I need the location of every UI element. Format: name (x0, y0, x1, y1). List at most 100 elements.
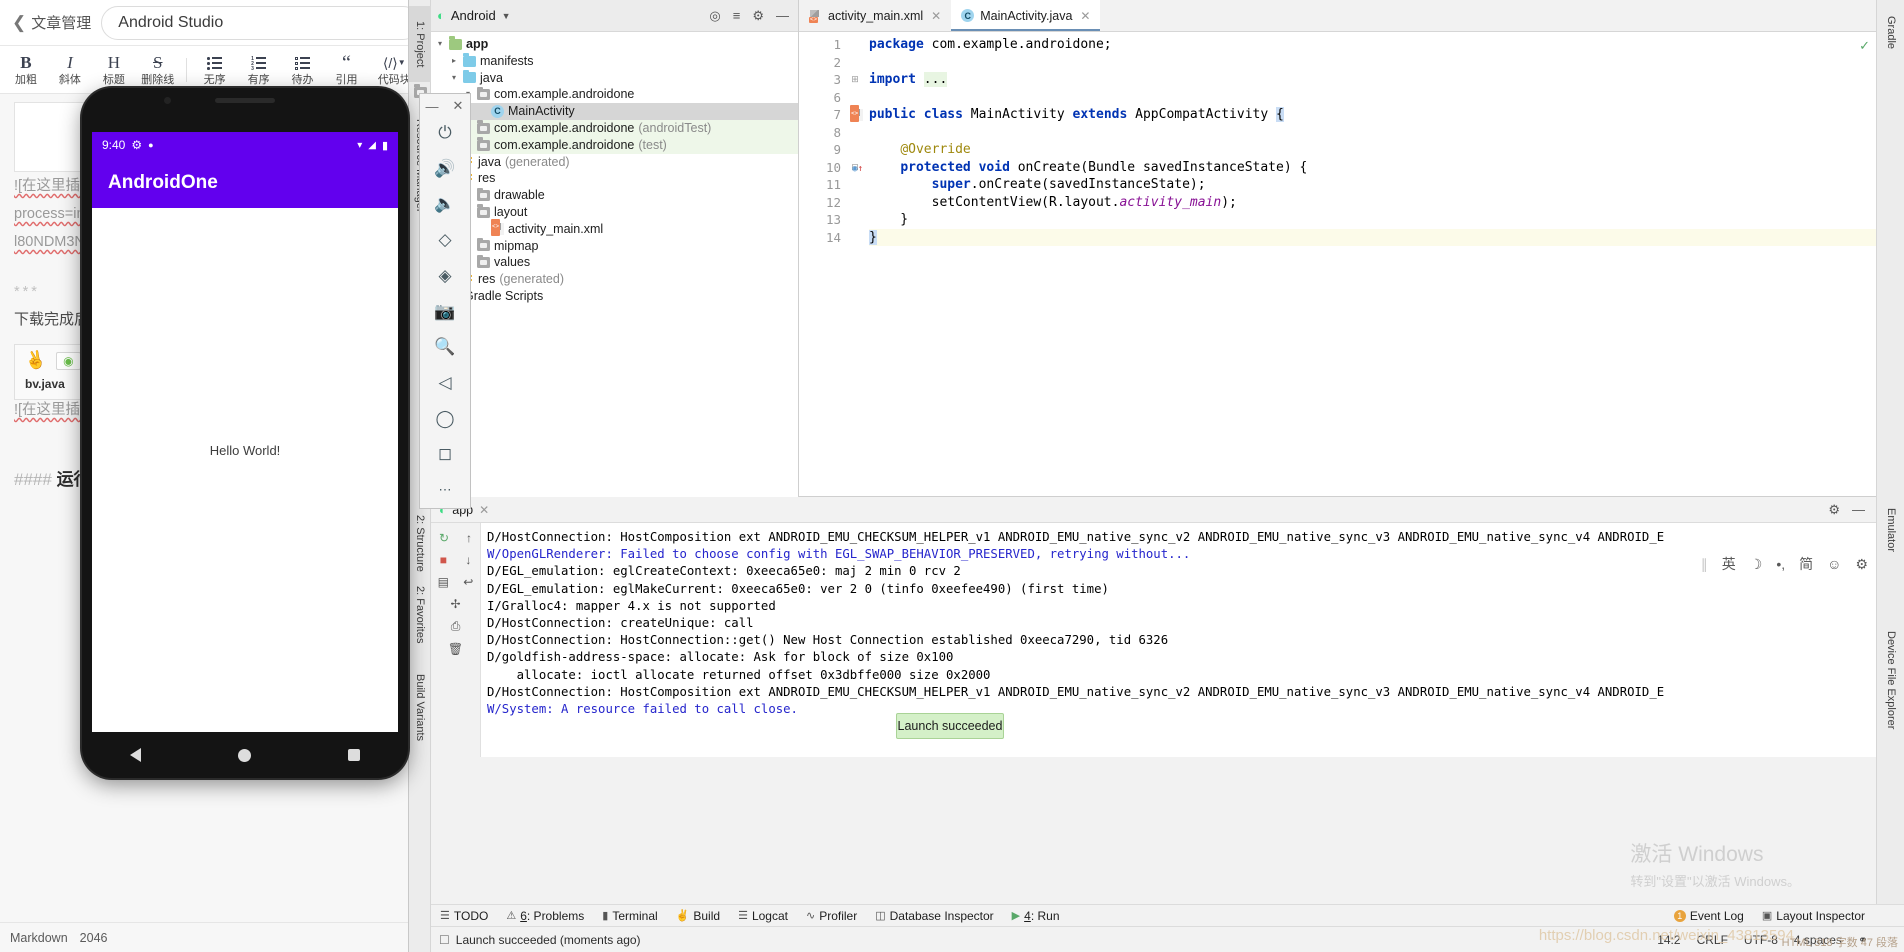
sidebar-item-device-file-explorer[interactable]: Device File Explorer (1877, 610, 1904, 750)
scroll-up-icon[interactable]: ↑ (466, 527, 472, 549)
toolbar-ordered-list-button[interactable]: 123 有序 (237, 54, 281, 86)
tree-node[interactable]: ▾res (431, 170, 798, 187)
emulator-home-button[interactable]: ◯ (419, 401, 471, 437)
fold-marker[interactable] (847, 124, 863, 142)
sidebar-item-project[interactable]: 1: Project (409, 6, 431, 82)
tree-node[interactable]: ▸ manifests (431, 53, 798, 70)
locate-icon[interactable]: ◎ (706, 8, 723, 24)
fold-marker[interactable] (847, 54, 863, 72)
toolwindow-tab-run[interactable]: ▶ 4: Run (1003, 909, 1069, 923)
fold-marker[interactable] (847, 89, 863, 107)
ime-drag-handle[interactable]: ∥ (1701, 556, 1708, 573)
caret-position[interactable]: 14:2 (1657, 933, 1680, 947)
editor-markers-strip[interactable]: ✓ (1859, 32, 1876, 496)
tree-node[interactable]: mipmap (431, 237, 798, 255)
xml-gutter-icon[interactable] (850, 104, 863, 126)
ime-language-toggle[interactable]: 英 (1722, 554, 1736, 574)
ime-settings-icon[interactable]: ⚙ (1855, 556, 1868, 573)
toolwindow-tab-event-log[interactable]: 1 Event Log (1665, 909, 1753, 923)
chevron-down-icon[interactable]: ▾ (449, 70, 459, 87)
file-encoding[interactable]: UTF-8 (1744, 933, 1778, 947)
toolwindow-tab-todo[interactable]: ☰ TODO (431, 909, 497, 923)
lock-icon[interactable]: ⚭ (1858, 933, 1868, 947)
emulator-rotate-right-button[interactable]: ◈ (419, 258, 471, 294)
clear-all-icon[interactable]: 🗑 (448, 638, 463, 660)
fold-marker[interactable] (847, 141, 863, 159)
toolwindow-tab-problems[interactable]: ⚠ 6: Problems (497, 909, 593, 923)
toolbar-todo-list-button[interactable]: 待办 (281, 54, 325, 86)
emulator-more-button[interactable]: ⋯ (419, 472, 471, 508)
sidebar-item-gradle[interactable]: Gradle (1877, 6, 1904, 60)
stop-icon[interactable]: ■ (440, 549, 447, 571)
line-separator[interactable]: CRLF (1697, 933, 1728, 947)
gear-icon[interactable]: ⚙ (749, 8, 767, 24)
nav-overview-icon[interactable] (347, 749, 360, 761)
emulator-close-button[interactable]: ✕ (445, 97, 471, 115)
soft-wrap-icon[interactable]: ↩ (463, 571, 473, 593)
fold-marker[interactable] (847, 229, 863, 247)
code-text[interactable]: package com.example.androidone; import .… (863, 32, 1876, 496)
ime-moon-icon[interactable]: ☽ (1750, 556, 1763, 573)
fold-marker[interactable] (847, 36, 863, 54)
tab-activity-main-xml[interactable]: activity_main.xml ✕ (799, 0, 951, 31)
fold-marker[interactable] (847, 211, 863, 229)
tree-node[interactable]: values (431, 254, 798, 271)
toolbar-italic-button[interactable]: I 斜体 (48, 54, 92, 86)
emulator-zoom-button[interactable]: 🔍 (419, 329, 471, 365)
emulator-screenshot-button[interactable]: 📷 (419, 294, 471, 330)
fold-marker[interactable] (847, 194, 863, 212)
tree-node[interactable]: Gradle Scripts (431, 288, 798, 305)
toolwindow-tab-terminal[interactable]: ▮ Terminal (593, 909, 666, 923)
indent-setting[interactable]: 4 spaces (1794, 933, 1842, 947)
toolbar-quote-button[interactable]: “ 引用 (325, 53, 369, 86)
tree-node[interactable]: drawable (431, 187, 798, 204)
sidebar-item-favorites[interactable]: 2: Favorites (409, 570, 431, 660)
fold-marker[interactable]: ⊞ (847, 71, 863, 89)
nav-home-icon[interactable] (237, 748, 251, 762)
toolbar-strikethrough-button[interactable]: S 删除线 (136, 54, 180, 86)
hide-icon[interactable]: — (1849, 502, 1868, 517)
toolwindow-tab-build[interactable]: ✌ Build (667, 909, 729, 923)
android-navigation-bar[interactable] (82, 732, 408, 778)
toolwindow-tab-logcat[interactable]: ☰ Logcat (729, 909, 797, 923)
collapse-all-icon[interactable]: ≡ (730, 8, 744, 23)
close-icon[interactable]: ✕ (1080, 9, 1090, 23)
tree-node[interactable]: ▾layout (431, 204, 798, 221)
tab-main-activity-java[interactable]: C MainActivity.java ✕ (951, 0, 1101, 31)
article-title-field-wrap[interactable] (101, 5, 420, 40)
toolbar-bold-button[interactable]: B 加粗 (4, 54, 48, 86)
tree-node[interactable]: ▾ app (431, 36, 798, 53)
tree-node[interactable]: res (generated) (431, 271, 798, 288)
tree-node[interactable]: com.example.androidone (test) (431, 136, 798, 154)
sidebar-item-emulator[interactable]: Emulator (1877, 490, 1904, 570)
close-icon[interactable]: ✕ (479, 503, 489, 517)
emulator-overview-button[interactable]: ◻ (419, 437, 471, 473)
print-icon[interactable]: ⎙ (451, 615, 461, 638)
rerun-icon[interactable]: ↻ (439, 527, 449, 549)
ime-punctuation-icon[interactable]: •, (1776, 556, 1785, 572)
fold-marker[interactable] (847, 176, 863, 194)
project-tree[interactable]: ▾app▸manifests▾java▾com.example.androido… (431, 32, 798, 305)
tree-node[interactable]: activity_main.xml (431, 219, 798, 238)
project-view-selector[interactable]: Android (451, 8, 496, 23)
device-screen[interactable]: 9:40 ⚙ ● ▾ ◢ ▮ AndroidOne Hello World! (92, 132, 398, 732)
back-to-article-management-link[interactable]: ❮ 文章管理 (12, 12, 91, 33)
toolwindow-tab-profiler[interactable]: ∿ Profiler (797, 909, 866, 923)
breakpoint-override-icon[interactable]: ◉↑ (852, 161, 863, 179)
tree-node[interactable]: com.example.androidone (androidTest) (431, 119, 798, 137)
android-emulator-device[interactable]: 9:40 ⚙ ● ▾ ◢ ▮ AndroidOne Hello World! (82, 88, 408, 778)
hide-icon[interactable]: — (773, 8, 792, 23)
toolbar-unordered-list-button[interactable]: 无序 (193, 54, 237, 86)
emulator-volume-up-button[interactable]: 🔊 (419, 151, 471, 187)
chevron-right-icon[interactable]: ▸ (449, 53, 459, 70)
tree-node[interactable]: C MainActivity (431, 103, 798, 120)
toolwindow-tab-layout-inspector[interactable]: ▣ Layout Inspector (1753, 909, 1874, 923)
run-console-output[interactable]: D/HostConnection: HostComposition ext AN… (481, 523, 1876, 757)
ime-simplified-toggle[interactable]: 简 (1799, 554, 1813, 574)
article-title-input[interactable] (118, 13, 403, 32)
pin-icon[interactable]: ✢ (450, 593, 460, 615)
emulator-volume-down-button[interactable]: 🔈 (419, 186, 471, 222)
emulator-power-button[interactable]: ⏻ (419, 115, 471, 151)
scroll-down-icon[interactable]: ↓ (465, 549, 471, 571)
code-folding-column[interactable]: ⊞ ⊟ (847, 32, 863, 496)
